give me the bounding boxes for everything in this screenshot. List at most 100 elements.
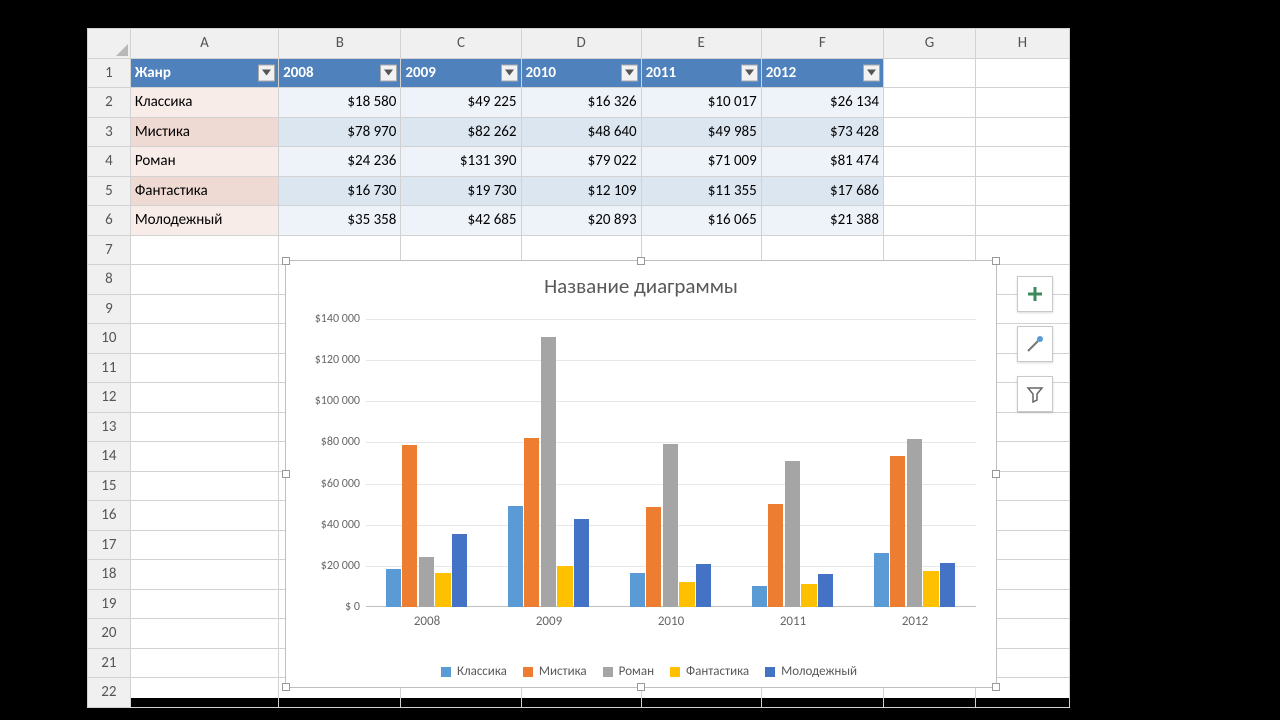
empty-cell[interactable] (975, 88, 1069, 118)
empty-cell[interactable] (130, 265, 278, 295)
row-header-16[interactable]: 16 (88, 501, 131, 531)
row-header-1[interactable]: 1 (88, 58, 131, 88)
row-header-5[interactable]: 5 (88, 176, 131, 206)
bar-Фантастика-2008[interactable] (435, 573, 450, 607)
table-header-y2008[interactable]: 2008 (279, 58, 401, 88)
filter-dropdown-icon[interactable] (258, 64, 275, 81)
chart-title[interactable]: Название диаграммы (286, 261, 996, 299)
value-cell[interactable]: $19 730 (401, 176, 521, 206)
legend-label[interactable]: Фантастика (686, 664, 749, 679)
value-cell[interactable]: $16 065 (641, 206, 761, 236)
legend-label[interactable]: Роман (619, 664, 654, 679)
table-header-y2012[interactable]: 2012 (761, 58, 883, 88)
empty-cell[interactable] (130, 294, 278, 324)
select-all-corner[interactable] (88, 29, 131, 59)
bar-Классика-2012[interactable] (874, 553, 889, 607)
empty-cell[interactable] (883, 206, 975, 236)
value-cell[interactable]: $81 474 (761, 147, 883, 177)
row-header-22[interactable]: 22 (88, 678, 131, 708)
chart-add-element-button[interactable] (1017, 276, 1053, 312)
empty-cell[interactable] (130, 530, 278, 560)
value-cell[interactable]: $24 236 (279, 147, 401, 177)
value-cell[interactable]: $49 225 (401, 88, 521, 118)
column-header-B[interactable]: B (279, 29, 401, 59)
value-cell[interactable]: $21 388 (761, 206, 883, 236)
filter-dropdown-icon[interactable] (741, 64, 758, 81)
chart-filter-button[interactable] (1017, 376, 1053, 412)
bar-Молодежный-2012[interactable] (940, 563, 955, 607)
filter-dropdown-icon[interactable] (501, 64, 518, 81)
row-header-14[interactable]: 14 (88, 442, 131, 472)
empty-cell[interactable] (883, 117, 975, 147)
column-header-C[interactable]: C (401, 29, 521, 59)
value-cell[interactable]: $20 893 (521, 206, 641, 236)
column-header-A[interactable]: A (130, 29, 278, 59)
empty-cell[interactable] (130, 589, 278, 619)
value-cell[interactable]: $10 017 (641, 88, 761, 118)
row-header-13[interactable]: 13 (88, 412, 131, 442)
value-cell[interactable]: $42 685 (401, 206, 521, 236)
empty-cell[interactable] (130, 619, 278, 649)
row-header-20[interactable]: 20 (88, 619, 131, 649)
bar-Роман-2011[interactable] (785, 461, 800, 607)
row-header-10[interactable]: 10 (88, 324, 131, 354)
value-cell[interactable]: $35 358 (279, 206, 401, 236)
column-header-E[interactable]: E (641, 29, 761, 59)
empty-cell[interactable] (975, 206, 1069, 236)
value-cell[interactable]: $18 580 (279, 88, 401, 118)
value-cell[interactable]: $71 009 (641, 147, 761, 177)
bar-Роман-2010[interactable] (663, 444, 678, 607)
legend-label[interactable]: Молодежный (781, 664, 857, 679)
empty-cell[interactable] (975, 58, 1069, 88)
table-header-y2011[interactable]: 2011 (641, 58, 761, 88)
empty-cell[interactable] (883, 58, 975, 88)
value-cell[interactable]: $78 970 (279, 117, 401, 147)
value-cell[interactable]: $82 262 (401, 117, 521, 147)
empty-cell[interactable] (130, 648, 278, 678)
empty-cell[interactable] (130, 471, 278, 501)
bar-Мистика-2008[interactable] (402, 445, 417, 607)
table-header-y2009[interactable]: 2009 (401, 58, 521, 88)
value-cell[interactable]: $12 109 (521, 176, 641, 206)
empty-cell[interactable] (130, 353, 278, 383)
empty-cell[interactable] (130, 501, 278, 531)
row-header-2[interactable]: 2 (88, 88, 131, 118)
empty-cell[interactable] (883, 176, 975, 206)
chart-legend[interactable]: КлассикаМистикаРоманФантастикаМолодежный (286, 664, 996, 679)
row-header-15[interactable]: 15 (88, 471, 131, 501)
empty-cell[interactable] (130, 324, 278, 354)
bar-Фантастика-2011[interactable] (801, 584, 816, 607)
row-header-11[interactable]: 11 (88, 353, 131, 383)
chart-style-button[interactable] (1017, 326, 1053, 362)
empty-cell[interactable] (883, 147, 975, 177)
bar-Роман-2008[interactable] (419, 557, 434, 607)
table-header-y2010[interactable]: 2010 (521, 58, 641, 88)
bar-Мистика-2011[interactable] (768, 504, 783, 607)
chart-plot-area[interactable]: $ 0$20 000$40 000$60 000$80 000$100 000$… (366, 319, 976, 607)
column-header-F[interactable]: F (761, 29, 883, 59)
column-header-G[interactable]: G (883, 29, 975, 59)
bar-Классика-2011[interactable] (752, 586, 767, 607)
bar-Фантастика-2010[interactable] (679, 582, 694, 607)
bar-Фантастика-2009[interactable] (557, 566, 572, 607)
empty-cell[interactable] (130, 235, 278, 265)
filter-dropdown-icon[interactable] (863, 64, 880, 81)
bar-Классика-2008[interactable] (386, 569, 401, 607)
value-cell[interactable]: $16 326 (521, 88, 641, 118)
embedded-chart[interactable]: Название диаграммы $ 0$20 000$40 000$60 … (285, 260, 997, 688)
genre-cell[interactable]: Фантастика (130, 176, 278, 206)
bar-Мистика-2012[interactable] (890, 456, 905, 607)
value-cell[interactable]: $49 985 (641, 117, 761, 147)
column-header-H[interactable]: H (975, 29, 1069, 59)
legend-label[interactable]: Мистика (539, 664, 587, 679)
value-cell[interactable]: $11 355 (641, 176, 761, 206)
empty-cell[interactable] (975, 176, 1069, 206)
filter-dropdown-icon[interactable] (621, 64, 638, 81)
bar-Роман-2012[interactable] (907, 439, 922, 607)
empty-cell[interactable] (130, 383, 278, 413)
bar-Фантастика-2012[interactable] (923, 571, 938, 607)
value-cell[interactable]: $131 390 (401, 147, 521, 177)
bar-Роман-2009[interactable] (541, 337, 556, 607)
column-header-D[interactable]: D (521, 29, 641, 59)
empty-cell[interactable] (130, 560, 278, 590)
